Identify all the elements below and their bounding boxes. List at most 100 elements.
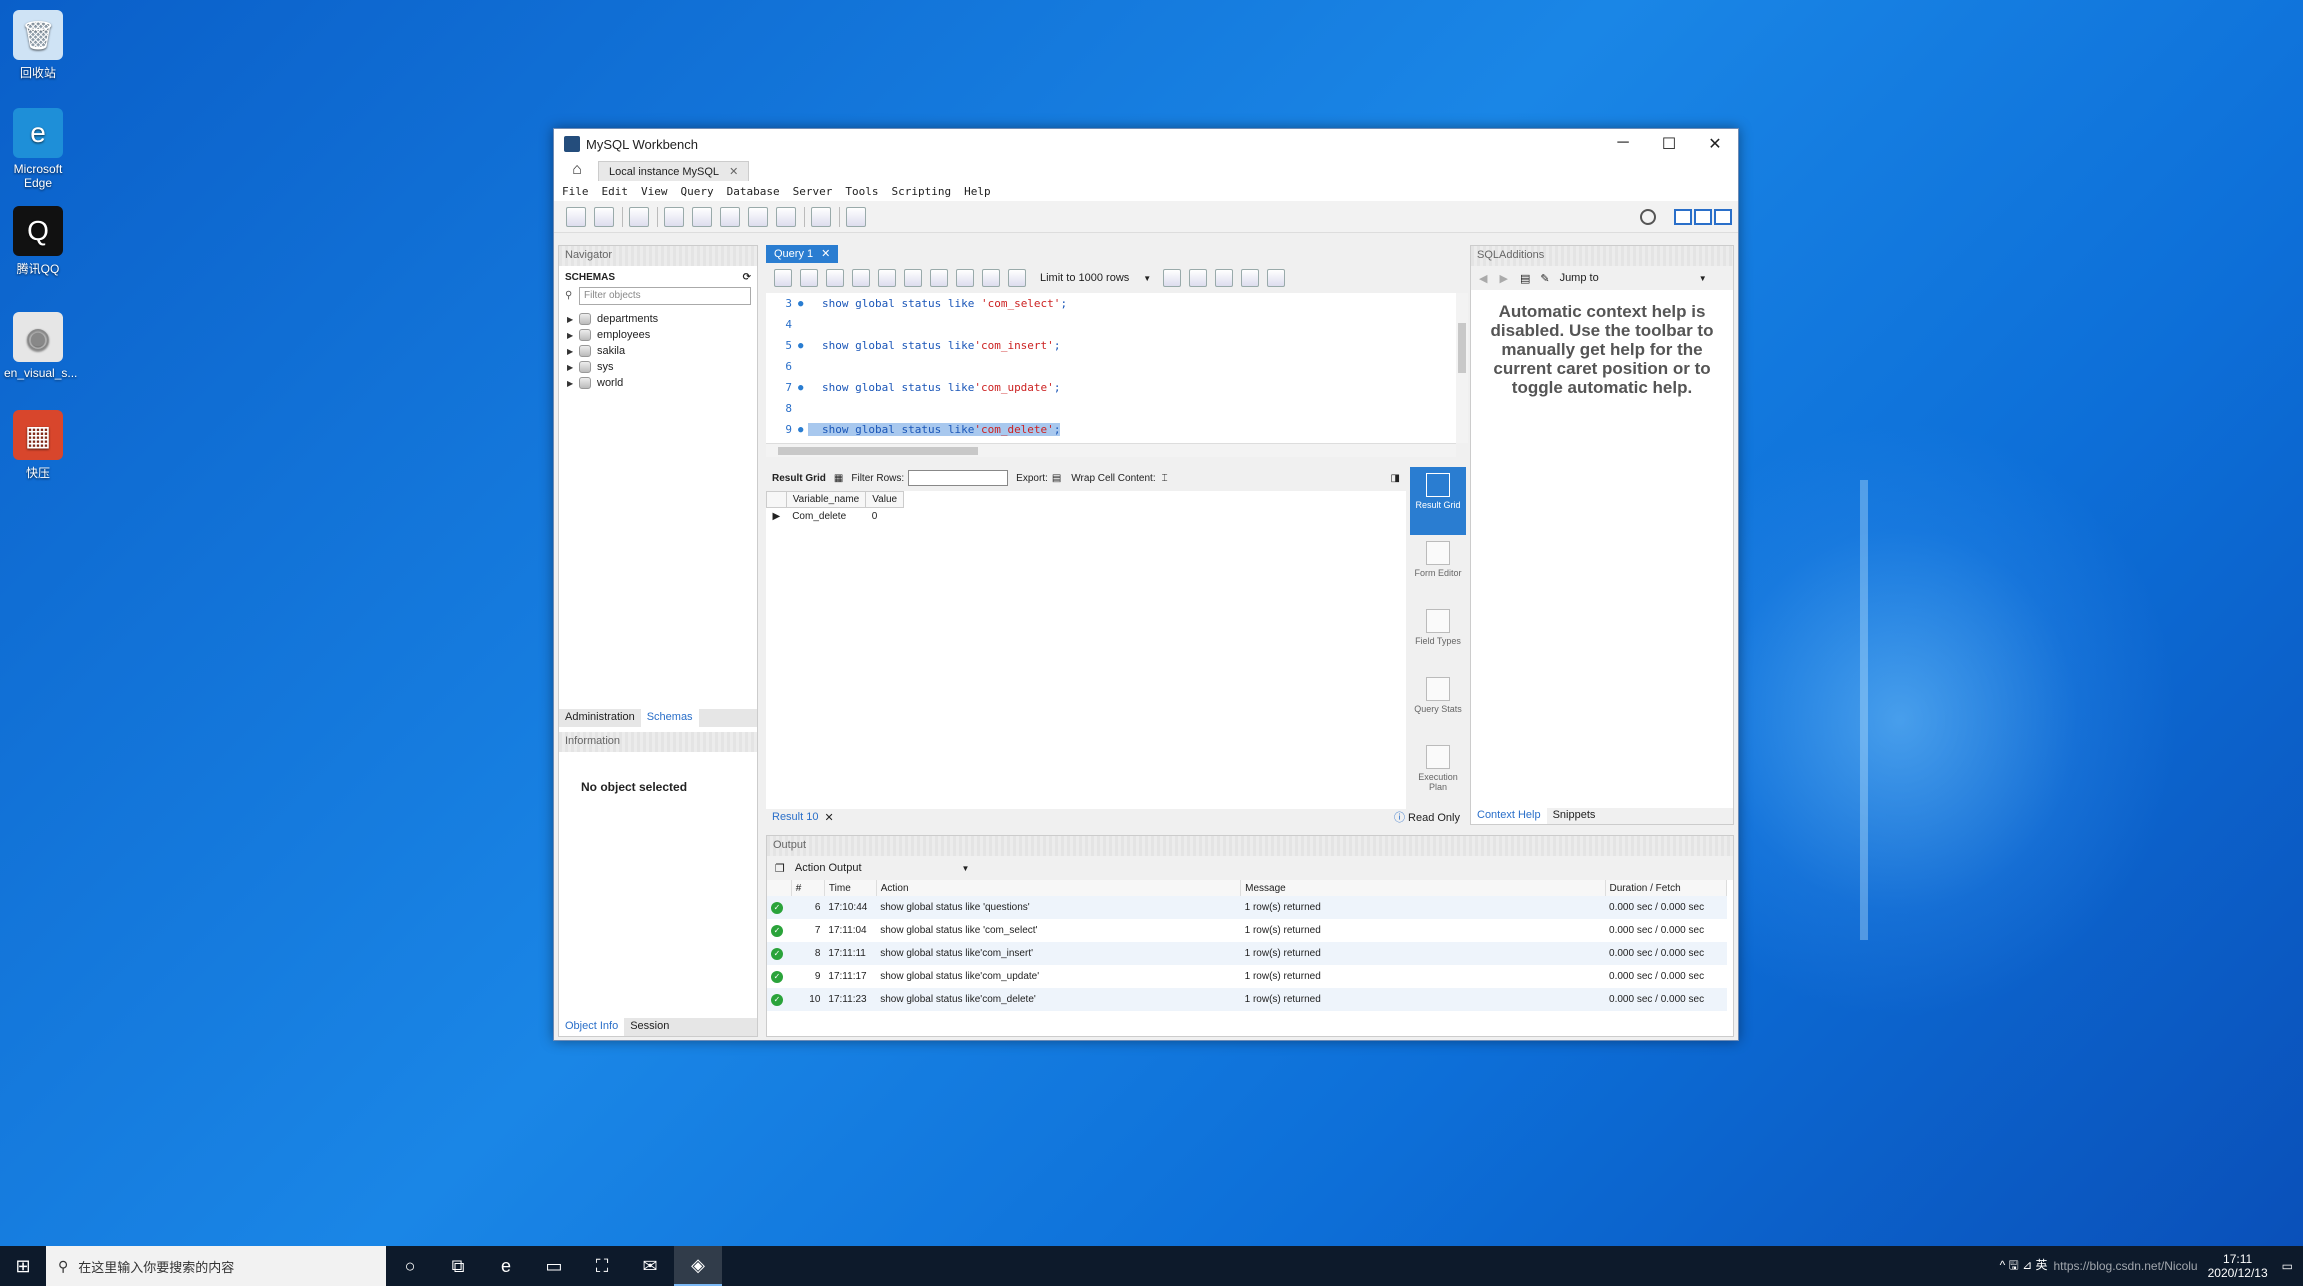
tab-schemas[interactable]: Schemas bbox=[640, 709, 699, 727]
rollback-icon[interactable] bbox=[982, 269, 1000, 287]
copy-icon[interactable]: ❐ bbox=[775, 862, 785, 875]
edge-icon[interactable]: e bbox=[482, 1246, 530, 1286]
close-tab-icon[interactable]: ✕ bbox=[729, 166, 738, 178]
menu-server[interactable]: Server bbox=[793, 185, 833, 198]
table-row[interactable]: ✓ 8 17:11:11 show global status like'com_in… bbox=[767, 942, 1727, 965]
query-tab[interactable]: Query 1 ✕ bbox=[766, 245, 839, 263]
minimize-button[interactable]: ─ bbox=[1600, 134, 1646, 154]
editor-horizontal-scrollbar[interactable] bbox=[766, 443, 1456, 457]
menu-query[interactable]: Query bbox=[681, 185, 714, 198]
reconnect-icon[interactable] bbox=[846, 206, 866, 227]
jump-to-select[interactable]: Jump to bbox=[1560, 272, 1599, 284]
menu-scripting[interactable]: Scripting bbox=[891, 185, 951, 198]
export-icon[interactable]: ▤ bbox=[1052, 473, 1061, 484]
maximize-button[interactable]: ☐ bbox=[1646, 134, 1692, 154]
auto-help-icon[interactable]: ✎ bbox=[1540, 272, 1549, 285]
output-column-header[interactable]: Duration / Fetch bbox=[1605, 880, 1728, 896]
refresh-schemas-icon[interactable]: ⟳ bbox=[743, 272, 751, 283]
open-file-icon[interactable] bbox=[774, 269, 792, 287]
chevron-down-icon[interactable]: ▼ bbox=[1143, 274, 1151, 283]
windows-start-icon[interactable]: ⊞ bbox=[0, 1246, 46, 1286]
limit-rows-select[interactable]: Limit to 1000 rows bbox=[1040, 272, 1129, 284]
create-table-icon[interactable] bbox=[692, 206, 712, 227]
find-icon[interactable] bbox=[1215, 269, 1234, 287]
chevron-down-icon[interactable]: ▼ bbox=[962, 864, 970, 873]
new-sql-tab-icon[interactable] bbox=[566, 206, 586, 227]
toggle-sidebar-icon[interactable] bbox=[1674, 208, 1692, 225]
menu-file[interactable]: File bbox=[562, 185, 589, 198]
desktop-icon[interactable]: ▦ 快压 bbox=[4, 410, 72, 481]
create-schema-icon[interactable] bbox=[664, 206, 684, 227]
expand-arrow-icon[interactable]: ▶ bbox=[567, 331, 579, 340]
desktop-icon[interactable]: ◉ en_visual_s... bbox=[4, 312, 77, 380]
task-view-icon[interactable]: ⧉ bbox=[434, 1246, 482, 1286]
field-types-tool[interactable]: Field Types bbox=[1410, 603, 1466, 671]
grid-column-header[interactable]: Variable_name bbox=[785, 491, 867, 508]
expand-arrow-icon[interactable]: ▶ bbox=[567, 363, 579, 372]
desktop-icon[interactable]: 🗑 回收站 bbox=[4, 10, 72, 81]
desktop-icon[interactable]: Q 腾讯QQ bbox=[4, 206, 72, 277]
grid-cell[interactable]: Com_delete bbox=[786, 508, 866, 526]
menu-database[interactable]: Database bbox=[727, 185, 780, 198]
output-column-header[interactable]: # bbox=[791, 880, 825, 896]
tab-object-info[interactable]: Object Info bbox=[559, 1018, 625, 1036]
close-query-tab-icon[interactable]: ✕ bbox=[821, 248, 830, 260]
workbench-taskbar-icon[interactable]: ◈ bbox=[674, 1246, 722, 1286]
schema-item[interactable]: ▶ employees bbox=[559, 327, 757, 343]
menu-edit[interactable]: Edit bbox=[602, 185, 629, 198]
query-stats-tool[interactable]: Query Stats bbox=[1410, 671, 1466, 739]
back-icon[interactable]: ◀ bbox=[1479, 272, 1487, 285]
editor-vertical-scrollbar[interactable] bbox=[1456, 293, 1468, 443]
toggle-error-icon[interactable] bbox=[930, 269, 948, 287]
mail-icon[interactable]: ✉ bbox=[626, 1246, 674, 1286]
forward-icon[interactable]: ▶ bbox=[1499, 272, 1507, 285]
connection-tab[interactable]: Local instance MySQL ✕ bbox=[598, 161, 750, 181]
settings-gear-icon[interactable] bbox=[1640, 208, 1656, 225]
table-row[interactable]: ✓ 7 17:11:04 show global status like 'com_s… bbox=[767, 919, 1727, 942]
tab-context-help[interactable]: Context Help bbox=[1471, 808, 1547, 824]
inspector-icon[interactable] bbox=[629, 206, 649, 227]
grid-cell[interactable]: 0 bbox=[866, 508, 904, 526]
filter-objects-input[interactable]: ⚲ Filter objects bbox=[565, 287, 751, 305]
menu-view[interactable]: View bbox=[641, 185, 668, 198]
stop-icon[interactable] bbox=[904, 269, 922, 287]
expand-arrow-icon[interactable]: ▶ bbox=[567, 379, 579, 388]
schema-item[interactable]: ▶ sys bbox=[559, 359, 757, 375]
tray-icons[interactable]: ^ 🖫 ⊿ 英 bbox=[2000, 1256, 2048, 1277]
open-sql-script-icon[interactable] bbox=[594, 206, 614, 227]
cortana-icon[interactable]: ○ bbox=[386, 1246, 434, 1286]
wrap-cell-icon[interactable]: ⌶ bbox=[1162, 473, 1168, 484]
execute-icon[interactable] bbox=[826, 269, 844, 287]
create-function-icon[interactable] bbox=[776, 206, 796, 227]
close-button[interactable]: ✕ bbox=[1692, 134, 1738, 154]
form-editor-tool[interactable]: Form Editor bbox=[1410, 535, 1466, 603]
autocommit-icon[interactable] bbox=[1008, 269, 1026, 287]
execute-current-icon[interactable] bbox=[852, 269, 870, 287]
menu-help[interactable]: Help bbox=[964, 185, 991, 198]
expand-arrow-icon[interactable]: ▶ bbox=[567, 347, 579, 356]
table-row[interactable]: ▶ Com_delete 0 bbox=[767, 508, 904, 526]
notification-icon[interactable]: ▭ bbox=[2282, 1259, 2293, 1273]
manual-help-icon[interactable]: ▤ bbox=[1520, 272, 1530, 285]
table-row[interactable]: ✓ 6 17:10:44 show global status like 'quest… bbox=[767, 896, 1727, 919]
save-icon[interactable] bbox=[800, 269, 818, 287]
invisible-chars-icon[interactable] bbox=[1241, 269, 1260, 287]
output-column-header[interactable]: Time bbox=[824, 880, 877, 896]
commit-icon[interactable] bbox=[956, 269, 974, 287]
output-column-header[interactable]: Action bbox=[876, 880, 1242, 896]
explain-icon[interactable] bbox=[878, 269, 896, 287]
add-snippet-icon[interactable] bbox=[1163, 269, 1182, 287]
result-tab[interactable]: Result 10 bbox=[766, 811, 818, 823]
grid-icon[interactable]: ▦ bbox=[834, 473, 843, 484]
table-row[interactable]: ✓ 10 17:11:23 show global status like'com_d… bbox=[767, 988, 1727, 1011]
beautify-icon[interactable] bbox=[1189, 269, 1208, 287]
chevron-down-icon[interactable]: ▼ bbox=[1699, 274, 1707, 283]
expand-arrow-icon[interactable]: ▶ bbox=[567, 315, 579, 324]
tab-session[interactable]: Session bbox=[624, 1018, 675, 1036]
schema-item[interactable]: ▶ world bbox=[559, 375, 757, 391]
home-icon[interactable]: ⌂ bbox=[562, 159, 592, 181]
taskbar-search[interactable]: ⚲ 在这里输入你要搜索的内容 bbox=[46, 1246, 386, 1286]
table-row[interactable]: ✓ 9 17:11:17 show global status like'com_up… bbox=[767, 965, 1727, 988]
create-view-icon[interactable] bbox=[720, 206, 740, 227]
file-explorer-icon[interactable]: ▭ bbox=[530, 1246, 578, 1286]
